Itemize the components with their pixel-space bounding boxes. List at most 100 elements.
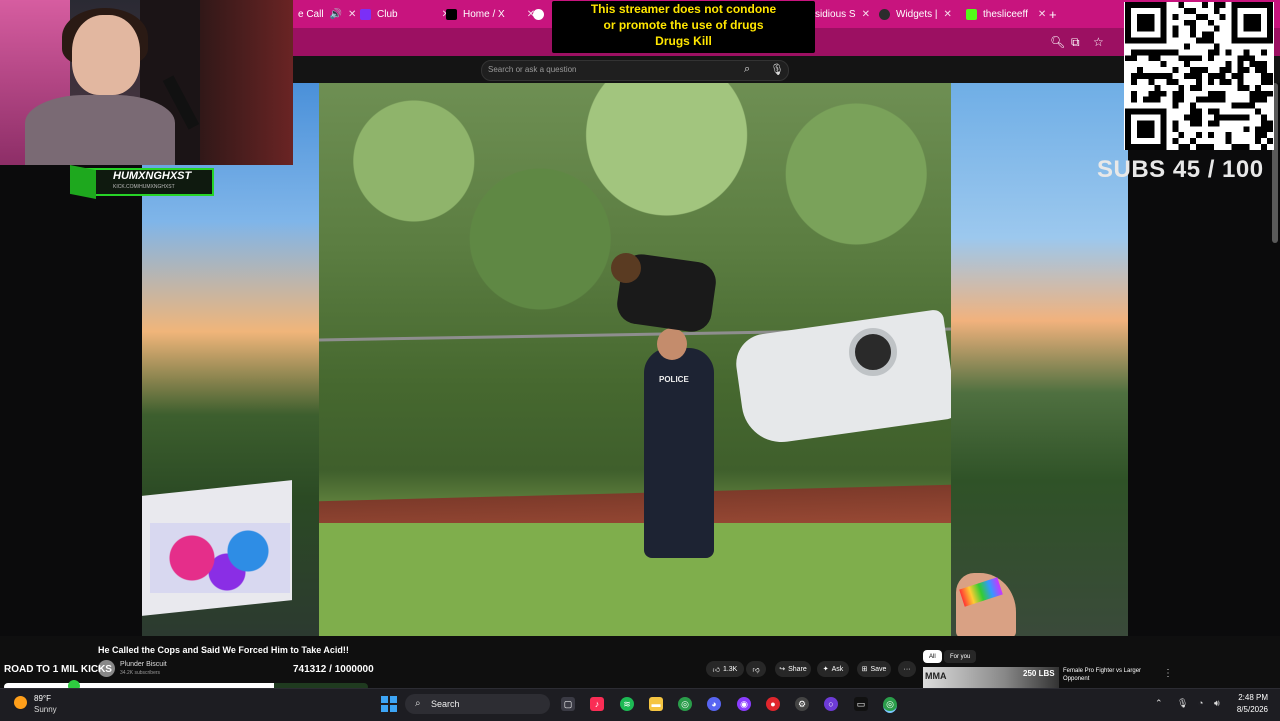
- app-icon-violet[interactable]: ○: [824, 697, 838, 711]
- speaker-icon: 🔊: [329, 8, 343, 20]
- file-explorer-icon[interactable]: ▬: [649, 697, 663, 711]
- search-input[interactable]: Search or ask a question ⌕ 🎙︎: [481, 60, 789, 81]
- close-icon[interactable]: ✕: [1038, 9, 1046, 20]
- grass: [319, 523, 951, 636]
- thumbnail-text-left: MMA: [925, 671, 947, 681]
- car-wheel: [849, 328, 897, 376]
- plus-icon: +: [1049, 6, 1057, 22]
- close-icon[interactable]: ✕: [862, 9, 870, 20]
- more-actions-button[interactable]: ···: [898, 661, 916, 677]
- close-icon[interactable]: ✕: [348, 9, 356, 20]
- thumbnail-image: MMA 250 LBS: [923, 667, 1059, 688]
- steam-icon[interactable]: ⚙: [795, 697, 809, 711]
- clock-date[interactable]: 8/5/2026: [1226, 705, 1268, 714]
- search-icon[interactable]: ⌕: [744, 63, 750, 76]
- tab-home-x[interactable]: Home / X ✕: [446, 4, 535, 24]
- save-label: Save: [870, 665, 887, 673]
- tab-label: thesliceeff: [983, 8, 1028, 20]
- taskbar-search[interactable]: ⌕ Search: [405, 694, 550, 714]
- qr-code: [1124, 2, 1274, 150]
- channel-name[interactable]: Plunder Biscuit: [120, 661, 167, 668]
- weather-condition[interactable]: Sunny: [34, 705, 57, 714]
- search-placeholder: Search or ask a question: [488, 65, 577, 74]
- zoom-icon[interactable]: 🔍︎: [1050, 35, 1065, 49]
- thumbnail-text-right: 250 LBS: [1023, 669, 1055, 678]
- dislike-button[interactable]: 👎︎: [746, 661, 766, 677]
- task-view-icon[interactable]: ▢: [561, 697, 575, 711]
- microphone-icon[interactable]: 🎙︎: [770, 63, 784, 76]
- streamer-url: KICK.COM/HUMXNGHXST: [113, 184, 175, 190]
- streamer-shirt: [25, 95, 175, 165]
- close-icon[interactable]: ✕: [944, 9, 952, 20]
- tray-mic-icon[interactable]: 🎙︎: [1177, 698, 1188, 709]
- new-tab-button[interactable]: +: [1049, 4, 1057, 24]
- tab-kick[interactable]: thesliceeff ✕: [966, 4, 1046, 24]
- video-title: He Called the Cops and Said We Forced Hi…: [98, 645, 349, 655]
- share-button[interactable]: ↪ Share: [775, 661, 811, 677]
- webcam-feed: [0, 0, 293, 165]
- volume-icon[interactable]: 🔊︎: [1214, 698, 1220, 709]
- kicks-goal-label: ROAD TO 1 MIL KICKS: [4, 664, 112, 675]
- clock-time[interactable]: 2:48 PM: [1236, 693, 1268, 702]
- google-icon: [533, 8, 544, 20]
- windows-start-icon[interactable]: [381, 696, 397, 712]
- person-head: [611, 253, 641, 283]
- x-logo-icon: [446, 8, 457, 20]
- tab-label: e Call: [298, 8, 324, 20]
- drug-warning-banner: This streamer does not condone or promot…: [552, 1, 815, 53]
- thumbs-down-icon: 👎︎: [752, 666, 760, 674]
- sparkle-icon: ✦: [822, 666, 829, 673]
- tab-insidious[interactable]: sidious S ✕: [815, 4, 870, 24]
- search-icon: ⌕: [415, 698, 421, 709]
- chrome-active-icon[interactable]: ◎: [883, 697, 897, 713]
- tab-club[interactable]: Club ✕: [360, 4, 450, 24]
- recommended-more-icon[interactable]: ⋮: [1163, 668, 1173, 679]
- extension-icon[interactable]: ⧉: [1071, 35, 1080, 50]
- record-icon[interactable]: ●: [766, 697, 780, 711]
- recommended-video-thumbnail[interactable]: MMA 250 LBS: [923, 667, 1059, 688]
- tab-label: Club: [377, 8, 398, 20]
- taskbar: [0, 688, 1280, 721]
- recommended-video-title[interactable]: Female Pro Fighter vs Larger Opponent: [1063, 667, 1153, 683]
- like-button[interactable]: 👍︎ 1.3K: [706, 661, 744, 677]
- share-label: Share: [788, 665, 807, 673]
- tab-call[interactable]: e Call 🔊 ✕: [298, 4, 356, 24]
- spotify-icon[interactable]: ≋: [620, 697, 634, 711]
- curtain-red: [200, 0, 293, 165]
- kick-logo-icon: [70, 165, 96, 199]
- chip-all[interactable]: All: [923, 650, 942, 663]
- save-button[interactable]: ⊞ Save: [857, 661, 891, 677]
- wifi-icon[interactable]: ◔: [1198, 698, 1203, 708]
- streamer-badge: HUMXNGHXST KICK.COM/HUMXNGHXST: [70, 165, 214, 199]
- graffiti-image: [150, 523, 290, 593]
- tab-widgets[interactable]: Widgets | ✕: [879, 4, 952, 24]
- thumbs-up-icon: 👍︎: [712, 666, 720, 674]
- tray-chevron-icon[interactable]: ⌃: [1155, 698, 1163, 709]
- discord-icon[interactable]: ◕: [707, 697, 721, 711]
- sun-icon[interactable]: [14, 696, 27, 709]
- save-icon: ⊞: [861, 666, 868, 673]
- music-icon[interactable]: ♪: [590, 697, 604, 711]
- kicks-goal-count: 741312 / 1000000: [293, 664, 374, 675]
- streamer-face: [72, 15, 140, 95]
- officer-head: [657, 328, 687, 360]
- app-icon-purple[interactable]: ◉: [737, 697, 751, 711]
- police-label: POLICE: [659, 375, 689, 384]
- like-count: 1.3K: [722, 665, 738, 673]
- warning-line-1: This streamer does not condone: [590, 2, 777, 16]
- video-frame[interactable]: POLICE: [319, 83, 951, 636]
- ask-button[interactable]: ✦ Ask: [817, 661, 849, 677]
- warning-line-3: Drugs Kill: [655, 34, 712, 48]
- weather-temperature[interactable]: 89°F: [34, 694, 51, 703]
- terminal-icon[interactable]: ▭: [854, 697, 868, 711]
- streamer-name: HUMXNGHXST: [113, 170, 192, 182]
- tab-label: Widgets |: [896, 8, 938, 20]
- bookmark-star-icon[interactable]: ☆: [1093, 35, 1104, 49]
- widgets-icon: [879, 8, 890, 20]
- tab-label: Home / X: [463, 8, 505, 20]
- subscriber-count: 34.2K subscribers: [120, 670, 161, 676]
- tab-google[interactable]: [533, 4, 544, 24]
- chip-for-you[interactable]: For you: [944, 650, 977, 663]
- chrome-icon[interactable]: ◎: [678, 697, 692, 711]
- share-icon: ↪: [779, 666, 786, 673]
